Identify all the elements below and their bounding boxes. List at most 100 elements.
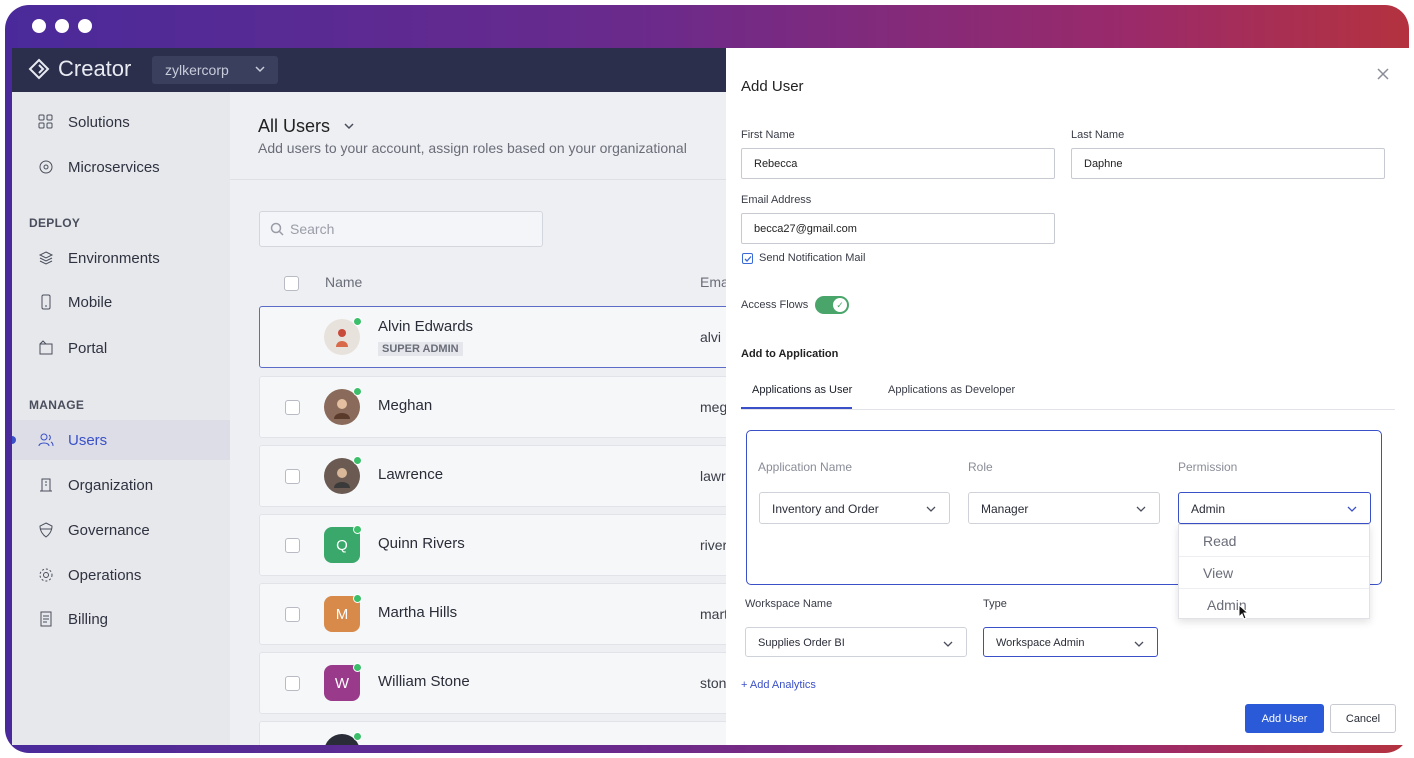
workspace-name-value: Supplies Order BI — [758, 637, 845, 649]
table-row[interactable]: Lawrence lawr — [259, 445, 739, 507]
sidebar-item-environments[interactable]: Environments — [12, 238, 230, 278]
sidebar-item-label: Environments — [68, 249, 160, 267]
column-header-name[interactable]: Name — [325, 274, 362, 290]
table-row[interactable] — [259, 721, 739, 745]
avatar: W — [324, 663, 362, 701]
users-icon — [38, 433, 54, 447]
avatar-initial: W — [334, 674, 350, 692]
tab-applications-as-user[interactable]: Applications as User — [752, 384, 852, 396]
sidebar-item-portal[interactable]: Portal — [12, 328, 230, 368]
role-badge: SUPER ADMIN — [378, 342, 463, 356]
sidebar-item-users[interactable]: Users — [12, 420, 230, 460]
add-analytics-link[interactable]: + Add Analytics — [741, 679, 816, 691]
search-input[interactable]: Search — [259, 211, 543, 247]
creator-logo-icon — [28, 58, 50, 80]
sidebar-item-governance[interactable]: Governance — [12, 510, 230, 550]
online-status-icon — [353, 387, 362, 396]
sidebar-item-organization[interactable]: Organization — [12, 465, 230, 505]
avatar: M — [324, 594, 362, 632]
email-field[interactable]: becca27@gmail.com — [741, 213, 1055, 244]
application-name-value: Inventory and Order — [772, 502, 879, 516]
online-status-icon — [353, 525, 362, 534]
app-logo[interactable]: Creator — [28, 56, 131, 82]
tab-divider — [741, 409, 1395, 410]
chevron-down-icon — [943, 641, 953, 647]
sidebar-item-mobile[interactable]: Mobile — [12, 282, 230, 322]
sidebar-item-billing[interactable]: Billing — [12, 599, 230, 639]
table-row[interactable]: Q Quinn Rivers river — [259, 514, 739, 576]
avatar — [324, 732, 362, 745]
org-switcher[interactable]: zylkercorp — [152, 56, 278, 84]
row-checkbox[interactable] — [285, 538, 300, 553]
avatar-illustration-icon — [336, 329, 348, 347]
cancel-button[interactable]: Cancel — [1330, 704, 1396, 733]
last-name-field[interactable]: Daphne — [1071, 148, 1385, 179]
dropdown-option-admin[interactable]: Admin — [1179, 589, 1369, 621]
sidebar-item-solutions[interactable]: Solutions — [12, 102, 230, 142]
table-row[interactable]: M Martha Hills mart — [259, 583, 739, 645]
panel-title: Add User — [741, 78, 804, 95]
workspace-name-select[interactable]: Supplies Order BI — [745, 627, 967, 657]
online-status-icon — [353, 317, 362, 326]
user-email: river — [700, 537, 728, 553]
window-controls — [32, 19, 92, 33]
select-all-checkbox[interactable] — [284, 276, 299, 291]
section-heading-deploy: DEPLOY — [29, 216, 81, 230]
page-title-text: All Users — [258, 116, 331, 136]
chevron-down-icon — [926, 506, 936, 512]
building-icon — [40, 478, 52, 492]
application-name-select[interactable]: Inventory and Order — [759, 492, 950, 524]
sidebar-item-microservices[interactable]: Microservices — [12, 147, 230, 187]
chevron-down-icon — [1134, 641, 1144, 647]
tab-applications-as-developer[interactable]: Applications as Developer — [888, 384, 1015, 396]
org-name: zylkercorp — [165, 62, 229, 78]
row-checkbox[interactable] — [285, 400, 300, 415]
active-tab-indicator — [741, 407, 852, 409]
sidebar-item-label: Mobile — [68, 293, 113, 311]
row-checkbox[interactable] — [285, 676, 300, 691]
chevron-down-icon — [1136, 506, 1146, 512]
avatar-photo-icon — [334, 468, 350, 488]
microservice-icon — [39, 160, 53, 174]
table-row[interactable]: W William Stone ston — [259, 652, 739, 714]
window-dot[interactable] — [55, 19, 69, 33]
workspace-name-label: Workspace Name — [745, 598, 833, 610]
table-row[interactable]: Meghan meg — [259, 376, 739, 438]
add-user-button[interactable]: Add User — [1245, 704, 1324, 733]
page-title[interactable]: All Users — [258, 116, 355, 137]
sidebar-item-label: Users — [68, 431, 108, 449]
sidebar-item-label: Organization — [68, 476, 154, 494]
online-status-icon — [353, 663, 362, 672]
sidebar: Solutions Microservices DEPLOY Environme… — [12, 92, 230, 745]
user-email: ston — [700, 675, 727, 691]
window-dot[interactable] — [78, 19, 92, 33]
add-to-application-heading: Add to Application — [741, 348, 839, 360]
user-name: Lawrence — [378, 466, 444, 483]
send-notification-checkbox[interactable] — [742, 253, 753, 264]
column-header-email[interactable]: Ema — [700, 274, 729, 290]
access-flows-label: Access Flows — [741, 299, 809, 311]
close-icon[interactable] — [1376, 64, 1390, 87]
grid-icon — [38, 114, 53, 129]
online-status-icon — [353, 456, 362, 465]
first-name-field[interactable]: Rebecca — [741, 148, 1055, 179]
role-select[interactable]: Manager — [968, 492, 1160, 524]
row-checkbox[interactable] — [285, 607, 300, 622]
row-checkbox[interactable] — [285, 469, 300, 484]
online-status-icon — [353, 732, 362, 741]
sidebar-item-operations[interactable]: Operations — [12, 555, 230, 595]
type-select[interactable]: Workspace Admin — [983, 627, 1158, 657]
permission-select[interactable]: Admin — [1178, 492, 1371, 524]
dropdown-option-read[interactable]: Read — [1179, 525, 1369, 557]
permission-dropdown-menu: Read View Admin — [1178, 524, 1370, 619]
sidebar-item-label: Microservices — [68, 158, 160, 176]
user-email: mart — [700, 606, 728, 622]
window-dot[interactable] — [32, 19, 46, 33]
layers-icon — [38, 251, 54, 265]
sidebar-item-label: Governance — [68, 521, 150, 539]
user-name: William Stone — [378, 673, 470, 690]
sidebar-item-label: Billing — [68, 610, 109, 628]
table-row[interactable]: Alvin Edwards SUPER ADMIN alvi — [259, 306, 739, 368]
access-flows-toggle[interactable]: ✓ — [815, 296, 849, 314]
dropdown-option-view[interactable]: View — [1179, 557, 1369, 589]
